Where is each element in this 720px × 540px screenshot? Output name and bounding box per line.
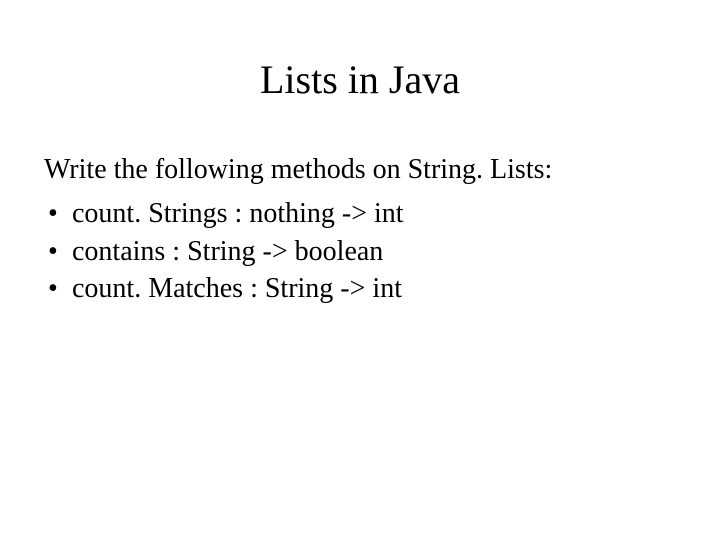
list-item: count. Strings : nothing -> int (44, 195, 676, 233)
bullet-list: count. Strings : nothing -> int contains… (44, 195, 676, 308)
slide-title: Lists in Java (44, 56, 676, 103)
slide: Lists in Java Write the following method… (0, 0, 720, 540)
list-item: count. Matches : String -> int (44, 270, 676, 308)
intro-text: Write the following methods on String. L… (44, 151, 676, 189)
list-item: contains : String -> boolean (44, 233, 676, 271)
